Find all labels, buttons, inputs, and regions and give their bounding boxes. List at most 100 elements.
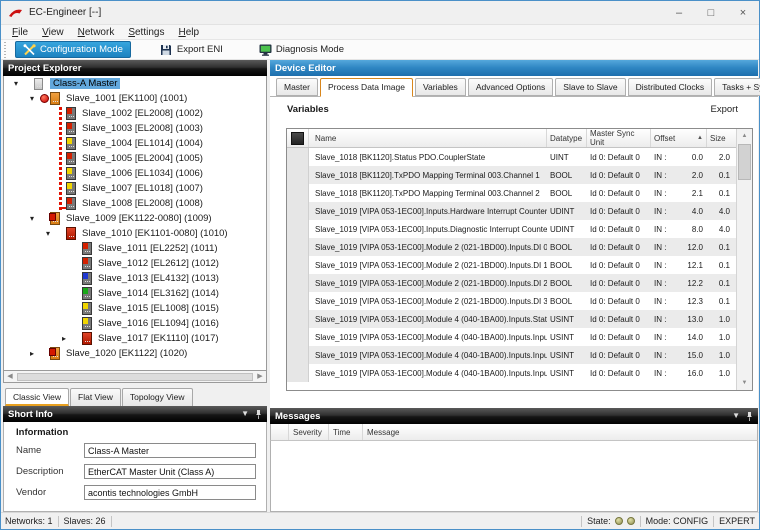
close-button[interactable]: × xyxy=(727,1,759,24)
tree-item-slave-1015[interactable]: Slave_1015 [EL1008] (1015) xyxy=(4,301,266,316)
collapse-arrow-icon[interactable]: ▸ xyxy=(26,350,38,358)
expand-arrow-icon[interactable]: ▾ xyxy=(10,80,22,88)
tab-slave-to-slave[interactable]: Slave to Slave xyxy=(555,78,625,96)
cell-datatype: USINT xyxy=(547,351,587,360)
tree-item-slave-1006[interactable]: Slave_1006 [EL1034] (1006) xyxy=(4,166,266,181)
tab-distributed-clocks[interactable]: Distributed Clocks xyxy=(628,78,713,96)
column-header-name[interactable]: Name xyxy=(309,129,547,147)
row-gutter[interactable] xyxy=(287,256,309,274)
tab-flat-view[interactable]: Flat View xyxy=(70,388,121,406)
table-vertical-scrollbar[interactable]: ▲ ▼ xyxy=(736,129,752,390)
menu-item-view[interactable]: View xyxy=(35,27,71,38)
table-row[interactable]: Slave_1019 [VIPA 053-1EC00].Module 2 (02… xyxy=(287,256,736,274)
table-row[interactable]: Slave_1019 [VIPA 053-1EC00].Module 4 (04… xyxy=(287,346,736,364)
row-gutter[interactable] xyxy=(287,184,309,202)
column-header-datatype[interactable]: Datatype xyxy=(547,129,587,147)
maximize-button[interactable]: □ xyxy=(695,1,727,24)
collapse-panel-icon[interactable]: ▼ xyxy=(732,412,740,420)
name-field[interactable] xyxy=(84,443,256,458)
pin-icon[interactable] xyxy=(255,410,262,419)
tree-item-slave-1009[interactable]: ▾Slave_1009 [EK1122-0080] (1009) xyxy=(4,211,266,226)
menu-item-settings[interactable]: Settings xyxy=(121,27,171,38)
scroll-right-icon[interactable]: ▶ xyxy=(254,373,266,380)
tab-tasks-sync-units[interactable]: Tasks + Sync Units xyxy=(714,78,760,96)
pin-icon[interactable] xyxy=(746,412,753,421)
minimize-button[interactable]: – xyxy=(663,1,695,24)
table-row[interactable]: Slave_1019 [VIPA 053-1EC00].Inputs.Diagn… xyxy=(287,220,736,238)
description-field[interactable] xyxy=(84,464,256,479)
row-gutter[interactable] xyxy=(287,292,309,310)
row-gutter[interactable] xyxy=(287,148,309,166)
diagnosis-mode-button[interactable]: Diagnosis Mode xyxy=(252,41,351,58)
tab-variables[interactable]: Variables xyxy=(415,78,466,96)
column-header-offset[interactable]: Offset ▲ xyxy=(651,129,707,147)
tree-item-slave-1002[interactable]: Slave_1002 [EL2008] (1002) xyxy=(4,106,266,121)
tree-item-slave-1014[interactable]: Slave_1014 [EL3162] (1014) xyxy=(4,286,266,301)
tab-advanced-options[interactable]: Advanced Options xyxy=(468,78,553,96)
select-all-checkbox[interactable] xyxy=(291,132,304,145)
scroll-down-icon[interactable]: ▼ xyxy=(737,376,752,390)
table-row[interactable]: Slave_1019 [VIPA 053-1EC00].Inputs.Hardw… xyxy=(287,202,736,220)
tree-item-slave-1008[interactable]: Slave_1008 [EL2008] (1008) xyxy=(4,196,266,211)
table-row[interactable]: Slave_1019 [VIPA 053-1EC00].Module 4 (04… xyxy=(287,310,736,328)
collapse-arrow-icon[interactable]: ▸ xyxy=(58,335,70,343)
tree-item-slave-1004[interactable]: Slave_1004 [EL1014] (1004) xyxy=(4,136,266,151)
scrollbar-thumb[interactable] xyxy=(17,373,253,381)
tree-item-slave-1007[interactable]: Slave_1007 [EL1018] (1007) xyxy=(4,181,266,196)
tab-classic-view[interactable]: Classic View xyxy=(5,388,69,406)
table-row[interactable]: Slave_1019 [VIPA 053-1EC00].Module 4 (04… xyxy=(287,364,736,382)
tree-item-slave-1005[interactable]: Slave_1005 [EL2004] (1005) xyxy=(4,151,266,166)
tree-item-slave-1017[interactable]: ▸Slave_1017 [EK1110] (1017) xyxy=(4,331,266,346)
expand-arrow-icon[interactable]: ▾ xyxy=(26,215,38,223)
export-eni-button[interactable]: Export ENI xyxy=(153,41,230,58)
expand-arrow-icon[interactable]: ▾ xyxy=(26,95,38,103)
tree-item-slave-1012[interactable]: Slave_1012 [EL2612] (1012) xyxy=(4,256,266,271)
column-header-message[interactable]: Message xyxy=(363,424,757,440)
configuration-mode-button[interactable]: Configuration Mode xyxy=(15,41,131,58)
expand-arrow-icon[interactable]: ▾ xyxy=(42,230,54,238)
menu-item-network[interactable]: Network xyxy=(71,27,122,38)
table-row[interactable]: Slave_1019 [VIPA 053-1EC00].Module 4 (04… xyxy=(287,328,736,346)
menu-item-file[interactable]: File xyxy=(5,27,35,38)
row-gutter[interactable] xyxy=(287,238,309,256)
column-header-size[interactable]: Size xyxy=(707,129,736,147)
tab-process-data-image[interactable]: Process Data Image xyxy=(320,78,413,97)
tree-horizontal-scrollbar[interactable]: ◀ ▶ xyxy=(3,371,267,383)
tree-item-slave-1011[interactable]: Slave_1011 [EL2252] (1011) xyxy=(4,241,266,256)
table-row[interactable]: Slave_1018 [BK1120].TxPDO Mapping Termin… xyxy=(287,184,736,202)
row-gutter[interactable] xyxy=(287,166,309,184)
tree-item-slave-1016[interactable]: Slave_1016 [EL1094] (1016) xyxy=(4,316,266,331)
table-row[interactable]: Slave_1019 [VIPA 053-1EC00].Module 2 (02… xyxy=(287,238,736,256)
row-gutter[interactable] xyxy=(287,220,309,238)
scrollbar-thumb[interactable] xyxy=(738,144,751,180)
tab-topology-view[interactable]: Topology View xyxy=(122,388,193,406)
tree-item-class-a[interactable]: ▾Class-A Master xyxy=(4,76,266,91)
tree-item-slave-1001[interactable]: ▾Slave_1001 [EK1100] (1001) xyxy=(4,91,266,106)
row-gutter[interactable] xyxy=(287,202,309,220)
export-link[interactable]: Export xyxy=(711,104,738,115)
tree-item-slave-1013[interactable]: Slave_1013 [EL4132] (1013) xyxy=(4,271,266,286)
tab-master[interactable]: Master xyxy=(276,78,318,96)
toolbar-grip[interactable] xyxy=(4,42,9,58)
tree-item-slave-1003[interactable]: Slave_1003 [EL2008] (1003) xyxy=(4,121,266,136)
tree-item-slave-1010[interactable]: ▾Slave_1010 [EK1101-0080] (1010) xyxy=(4,226,266,241)
table-row[interactable]: Slave_1019 [VIPA 053-1EC00].Module 2 (02… xyxy=(287,292,736,310)
table-row[interactable]: Slave_1018 [BK1120].TxPDO Mapping Termin… xyxy=(287,166,736,184)
collapse-panel-icon[interactable]: ▼ xyxy=(241,410,249,418)
row-gutter[interactable] xyxy=(287,346,309,364)
row-gutter[interactable] xyxy=(287,364,309,382)
column-header-time[interactable]: Time xyxy=(329,424,363,440)
tree-item-slave-1020[interactable]: ▸Slave_1020 [EK1122] (1020) xyxy=(4,346,266,361)
row-gutter[interactable] xyxy=(287,274,309,292)
menu-item-help[interactable]: Help xyxy=(171,27,206,38)
table-row[interactable]: Slave_1019 [VIPA 053-1EC00].Module 2 (02… xyxy=(287,274,736,292)
select-all-cell[interactable] xyxy=(287,129,309,147)
scroll-up-icon[interactable]: ▲ xyxy=(737,129,752,143)
vendor-field[interactable] xyxy=(84,485,256,500)
column-header-severity[interactable]: Severity xyxy=(289,424,329,440)
column-header-master-sync-unit[interactable]: Master Sync Unit xyxy=(587,129,651,147)
row-gutter[interactable] xyxy=(287,328,309,346)
scroll-left-icon[interactable]: ◀ xyxy=(4,373,16,380)
row-gutter[interactable] xyxy=(287,310,309,328)
table-row[interactable]: Slave_1018 [BK1120].Status PDO.CouplerSt… xyxy=(287,148,736,166)
